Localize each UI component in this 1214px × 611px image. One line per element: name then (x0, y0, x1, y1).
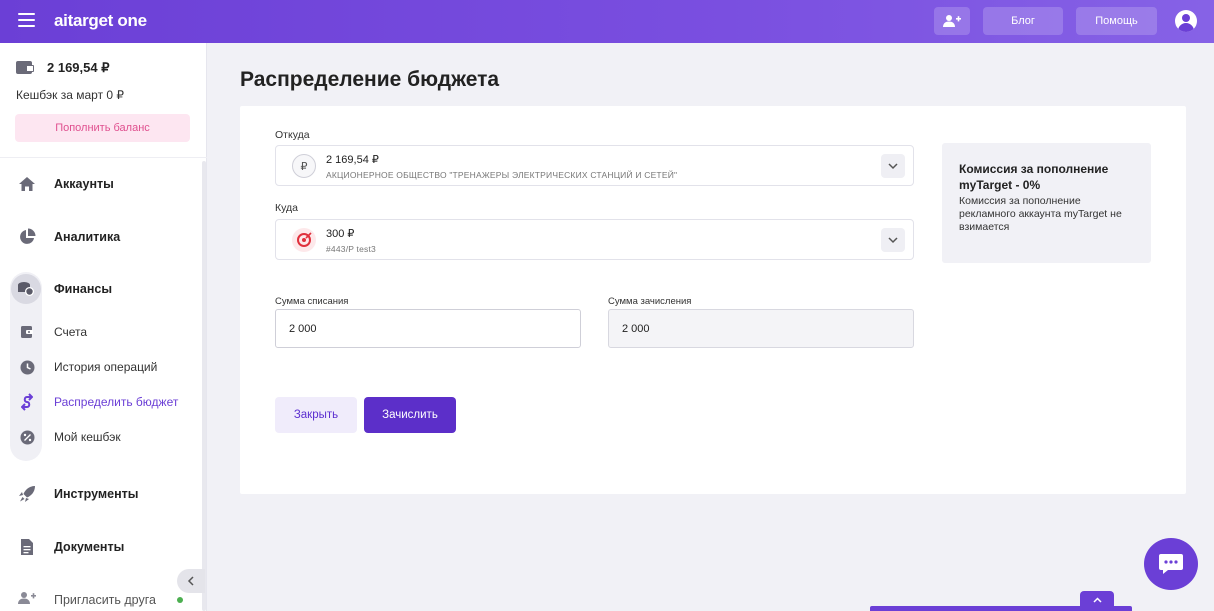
rocket-icon (17, 484, 37, 504)
sidebar-subitem-cashback[interactable]: Мой кешбэк (0, 423, 200, 451)
from-select[interactable]: ₽ 2 169,54 ₽ АКЦИОНЕРНОЕ ОБЩЕСТВО "ТРЕНА… (275, 145, 914, 186)
clock-icon (19, 359, 35, 375)
expand-panel-button[interactable] (1080, 591, 1114, 609)
credit-amount-input[interactable] (608, 309, 914, 348)
invite-friend-label: Пригласить друга (54, 593, 156, 607)
from-label: Откуда (275, 129, 310, 141)
sidebar-subitem-label: Распределить бюджет (54, 395, 179, 409)
home-icon (17, 174, 37, 194)
top-header: aitarget one Блог Помощь (0, 0, 1214, 43)
sidebar-subitem-distribute-budget[interactable]: Распределить бюджет (0, 388, 200, 416)
to-amount: 300 ₽ (326, 228, 355, 240)
sidebar-item-label: Аналитика (54, 230, 121, 244)
chevron-up-icon (1092, 597, 1102, 603)
sidebar: 2 169,54 ₽ Кешбэк за март 0 ₽ Пополнить … (0, 43, 207, 611)
sidebar-item-analytics[interactable]: Аналитика (0, 219, 200, 255)
credit-label: Сумма зачисления (608, 296, 692, 307)
balance-value: 2 169,54 ₽ (47, 60, 110, 75)
submit-button[interactable]: Зачислить (364, 397, 456, 433)
add-user-button[interactable] (934, 7, 970, 35)
commission-title: Комиссия за пополнение myTarget - 0% (959, 162, 1109, 192)
sidebar-item-label: Инструменты (54, 487, 139, 501)
sidebar-subitem-invoices[interactable]: Счета (0, 318, 200, 346)
commission-description: Комиссия за пополнение рекламного аккаун… (959, 195, 1122, 233)
ruble-icon: ₽ (292, 154, 316, 178)
logo[interactable]: aitarget one (54, 11, 147, 31)
percent-icon (19, 429, 35, 445)
invite-friend-button[interactable]: Пригласить друга (0, 586, 200, 611)
user-plus-icon (18, 591, 36, 610)
commission-info-box: Комиссия за пополнение myTarget - 0% Ком… (942, 143, 1151, 263)
to-select[interactable]: 300 ₽ #443/P test3 (275, 219, 914, 260)
chevron-down-icon[interactable] (881, 154, 905, 178)
sidebar-item-finance[interactable]: Финансы (0, 271, 200, 307)
debit-label: Сумма списания (275, 296, 349, 307)
menu-icon[interactable] (18, 13, 35, 27)
user-plus-icon (943, 15, 961, 27)
from-account-name: АКЦИОНЕРНОЕ ОБЩЕСТВО "ТРЕНАЖЕРЫ ЭЛЕКТРИЧ… (326, 170, 678, 180)
distribute-icon (19, 393, 35, 411)
wallet-icon (16, 61, 34, 74)
debit-amount-input[interactable] (275, 309, 581, 348)
sidebar-subitem-label: История операций (54, 360, 158, 374)
to-label: Куда (275, 202, 298, 214)
chat-button[interactable] (1144, 538, 1198, 590)
help-button[interactable]: Помощь (1076, 7, 1157, 35)
chevron-down-icon[interactable] (881, 228, 905, 252)
topup-balance-button[interactable]: Пополнить баланс (15, 114, 190, 142)
sidebar-divider (0, 157, 207, 158)
sidebar-item-label: Финансы (54, 282, 113, 296)
chat-icon (1159, 554, 1183, 574)
sidebar-subitem-label: Счета (54, 325, 88, 339)
blog-button[interactable]: Блог (983, 7, 1063, 35)
sidebar-item-documents[interactable]: Документы (0, 529, 200, 565)
from-amount: 2 169,54 ₽ (326, 154, 379, 166)
sidebar-subitem-label: Мой кешбэк (54, 430, 121, 444)
pie-chart-icon (17, 227, 37, 247)
sidebar-item-label: Документы (54, 540, 125, 554)
sidebar-item-accounts[interactable]: Аккаунты (0, 166, 200, 202)
cashback-text: Кешбэк за март 0 ₽ (16, 88, 125, 102)
sidebar-scrollbar[interactable] (202, 161, 206, 611)
mytarget-icon (292, 228, 316, 252)
invoice-icon (19, 324, 35, 340)
chevron-left-icon (187, 576, 194, 586)
sidebar-item-label: Аккаунты (54, 177, 114, 191)
close-button[interactable]: Закрыть (275, 397, 357, 433)
profile-avatar-icon[interactable] (1175, 10, 1197, 32)
page-title: Распределение бюджета (240, 68, 500, 91)
to-account-name: #443/P test3 (326, 244, 376, 254)
document-icon (17, 537, 37, 557)
sidebar-subitem-history[interactable]: История операций (0, 353, 200, 381)
sidebar-item-tools[interactable]: Инструменты (0, 476, 200, 512)
status-dot (177, 597, 183, 603)
